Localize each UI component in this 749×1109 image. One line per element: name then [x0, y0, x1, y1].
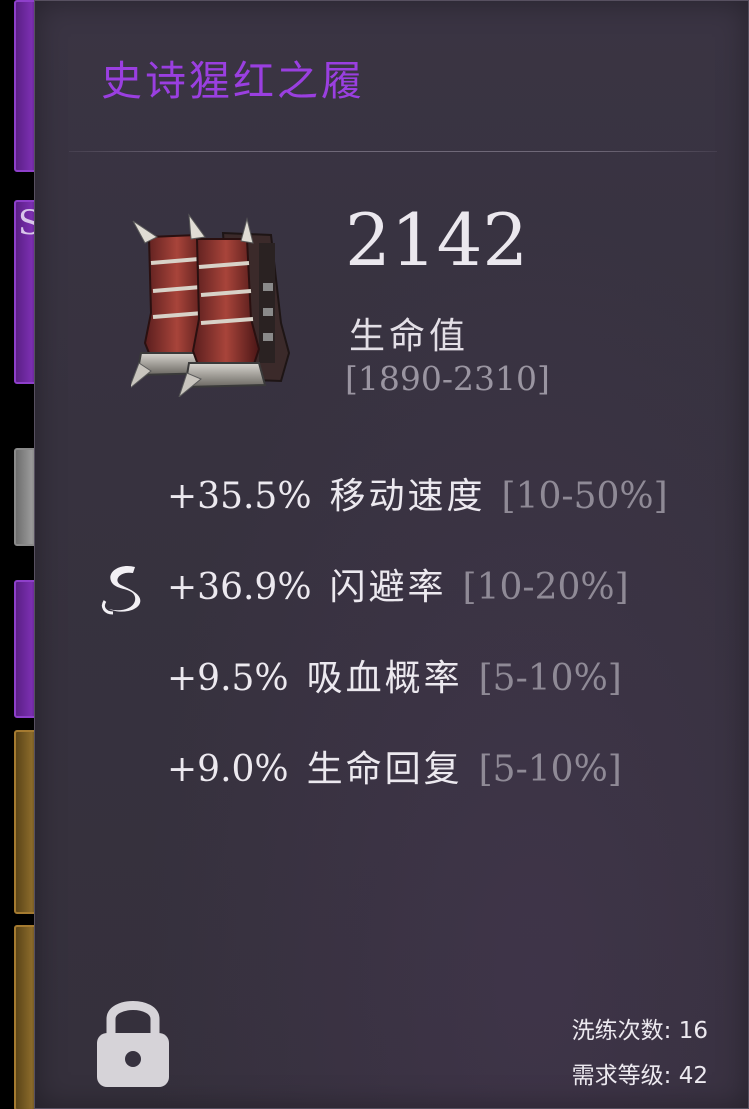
stat-range: [5-10%] — [478, 658, 622, 699]
main-stat-label: 生命值 — [349, 316, 470, 357]
stat-row: +35.5% 移动速度 [10-50%] — [167, 479, 668, 515]
stat-row: +9.5% 吸血概率 [5-10%] — [167, 661, 622, 697]
main-stat-range: [1890-2310] — [345, 359, 550, 398]
stat-value: +36.9% — [167, 567, 312, 608]
title-divider — [69, 151, 717, 152]
stat-name: 生命回复 — [306, 749, 463, 790]
stat-name: 移动速度 — [329, 476, 486, 517]
swirl-rune-icon — [101, 565, 141, 615]
item-title: 史诗猩红之履 — [101, 57, 365, 105]
padlock-icon[interactable] — [93, 991, 173, 1091]
stat-range: [10-50%] — [501, 476, 668, 517]
item-tooltip-panel: 史诗猩红之履 2142 生命值 [1890-2310] +35.5% 移动速度 … — [34, 0, 749, 1109]
stat-row: +9.0% 生命回复 [5-10%] — [167, 752, 622, 788]
stat-value: +9.5% — [167, 658, 289, 699]
stat-range: [10-20%] — [462, 567, 629, 608]
required-level-line: 需求等级: 42 — [572, 1056, 708, 1090]
reroll-count-value: 16 — [678, 1018, 708, 1044]
required-level-value: 42 — [678, 1063, 708, 1089]
stat-name: 吸血概率 — [306, 658, 463, 699]
reroll-count-label: 洗练次数: — [571, 1018, 672, 1044]
stat-range: [5-10%] — [478, 749, 622, 790]
main-stat-value: 2142 — [345, 198, 529, 282]
required-level-label: 需求等级: — [571, 1063, 672, 1089]
stat-row: +36.9% 闪避率 [10-20%] — [167, 570, 629, 606]
stat-value: +35.5% — [167, 476, 312, 517]
stat-value: +9.0% — [167, 749, 289, 790]
crimson-boots-icon — [131, 213, 291, 397]
stat-name: 闪避率 — [329, 567, 447, 608]
reroll-count-line: 洗练次数: 16 — [572, 1011, 708, 1045]
